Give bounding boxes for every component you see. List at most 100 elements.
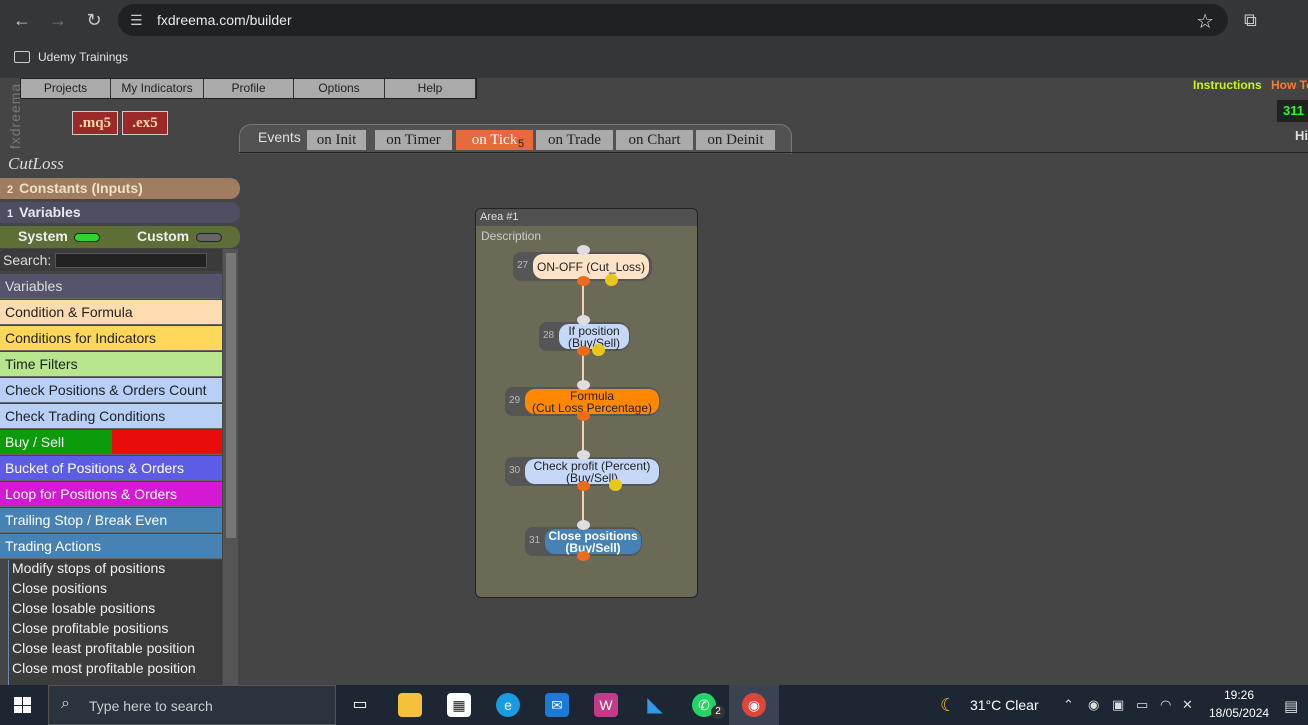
block-label-line1: ON-OFF (Cut_Loss) [536,259,645,274]
custom-label: Custom [137,228,190,244]
menu-options[interactable]: Options [294,79,385,98]
block-label-line1: If position [568,323,620,338]
search-label: Search: [3,252,52,268]
project-title: CutLoss [8,154,64,173]
export-mq5-button[interactable]: .mq5 [72,111,118,135]
else-connector-dot[interactable] [609,479,622,491]
trading-action-item[interactable]: Close positions [12,580,107,596]
category-item[interactable]: Loop for Positions & Orders [0,482,222,507]
bookmark-star-icon[interactable]: ☆ [1196,9,1214,34]
events-tabbar: Events on Init on Timer on Tick 5 on Tra… [239,124,792,154]
category-item[interactable]: Condition & Formula [0,300,222,325]
extensions-icon[interactable]: ⧉ [1244,10,1257,31]
variables-section[interactable]: 1 Variables [0,202,240,223]
input-connector-dot[interactable] [577,520,590,530]
reload-icon[interactable]: ↻ [83,10,105,30]
output-connector-dot[interactable] [577,276,590,286]
weather-text[interactable]: 31°C Clear [970,697,1039,713]
output-connector-dot[interactable] [577,481,590,491]
trading-action-item[interactable]: Close profitable positions [12,620,168,636]
tab-on-chart[interactable]: on Chart [616,130,694,150]
category-item[interactable]: Bucket of Positions & Orders [0,456,222,481]
sidebar-scroll-thumb[interactable] [226,253,236,538]
category-item[interactable]: Trailing Stop / Break Even [0,508,222,533]
mail-icon[interactable]: ✉ [545,693,569,717]
output-connector-dot[interactable] [577,551,590,561]
forward-icon[interactable]: → [47,10,69,30]
constants-section[interactable]: 2 Constants (Inputs) [0,178,240,199]
export-ex5-button[interactable]: .ex5 [122,111,168,135]
block-search: Search: [0,249,222,271]
category-item[interactable]: Check Trading Conditions [0,404,222,429]
tab-on-deinit[interactable]: on Deinit [696,130,776,150]
menu-my-indicators[interactable]: My Indicators [111,79,204,98]
store-icon[interactable]: ▦ [447,693,471,717]
edge-icon[interactable]: e [496,693,520,717]
how-to-link[interactable]: How To [1271,78,1308,92]
search-icon: ⌕ [61,695,70,712]
category-label: Trading Actions [5,538,101,554]
block-label: Check profit (Percent) (Buy/Sell) [525,459,659,484]
variables-count: 1 [7,208,14,220]
menu-help[interactable]: Help [385,79,476,98]
area-description[interactable]: Description [481,229,541,243]
moon-icon: ☾ [940,695,957,715]
chrome-icon[interactable]: ◉ [742,693,766,717]
vscode-icon[interactable]: ◣ [643,693,667,717]
category-item[interactable]: Time Filters [0,352,222,377]
tab-on-timer[interactable]: on Timer [375,130,453,150]
speaker-mute-icon[interactable]: ✕ [1182,697,1193,713]
input-connector-dot[interactable] [577,380,590,390]
system-toggle[interactable] [74,233,100,242]
app-icon[interactable]: W [594,693,618,717]
address-bar[interactable]: ☰ fxdreema.com/builder ☆ [118,4,1228,36]
trading-action-item[interactable]: Close most profitable position [12,660,196,676]
area-title[interactable]: Area #1 [476,209,697,226]
input-connector-dot[interactable] [577,315,590,325]
back-icon[interactable]: ← [11,10,33,30]
else-connector-dot[interactable] [592,344,605,356]
site-settings-icon[interactable]: ☰ [130,12,148,28]
greeting: Hi [1295,128,1308,143]
category-item[interactable]: Check Positions & Orders Count [0,378,222,403]
area-panel[interactable]: Area #1 Description 27 ON-OFF (Cut_Loss) 2… [475,208,698,598]
chevron-up-icon[interactable]: ⌃ [1063,697,1074,713]
category-item[interactable]: Buy / Sell [0,430,222,455]
trading-action-item[interactable]: Modify stops of positions [12,560,165,576]
tab-on-trade[interactable]: on Trade [536,130,614,150]
custom-toggle[interactable] [196,233,222,242]
category-label: Time Filters [5,356,78,372]
input-connector-dot[interactable] [577,450,590,460]
task-view-icon[interactable]: ▭ [348,693,372,717]
search-input[interactable] [55,253,207,268]
category-label: Trailing Stop / Break Even [5,512,168,528]
taskbar-search[interactable]: ⌕ Type here to search [48,685,336,725]
output-connector-dot[interactable] [577,411,590,421]
instructions-link[interactable]: Instructions [1193,78,1262,92]
windows-start-icon[interactable] [14,697,31,713]
category-item[interactable]: Trading Actions [0,534,222,559]
bookmark-udemy[interactable]: Udemy Trainings [38,50,128,64]
menu-profile[interactable]: Profile [204,79,294,98]
windows-taskbar: ⌕ Type here to search ▭ ▦ e ✉ W ◣ ✆ 2 ◉ … [0,685,1308,725]
wifi-icon[interactable]: ◠ [1160,697,1171,713]
block-number: 27 [517,260,529,271]
else-connector-dot[interactable] [605,274,618,286]
trading-action-item[interactable]: Close least profitable position [12,640,195,656]
url-text: fxdreema.com/builder [157,12,292,28]
output-connector-dot[interactable] [577,346,590,356]
clock-time[interactable]: 19:26 [1224,688,1254,702]
battery-icon[interactable]: ▭ [1136,697,1148,713]
tab-on-init[interactable]: on Init [307,130,367,150]
record-icon[interactable]: ◉ [1088,697,1099,713]
meet-icon[interactable]: ▣ [1112,697,1124,713]
category-item[interactable]: Variables [0,274,222,299]
trading-action-item[interactable]: Close losable positions [12,600,155,616]
notifications-icon[interactable]: ▤ [1284,697,1298,715]
folder-icon [14,51,30,63]
clock-date[interactable]: 18/05/2024 [1209,706,1269,720]
category-item[interactable]: Conditions for Indicators [0,326,222,351]
menu-projects[interactable]: Projects [21,79,111,98]
input-connector-dot[interactable] [577,245,590,255]
file-explorer-icon[interactable] [398,693,422,717]
